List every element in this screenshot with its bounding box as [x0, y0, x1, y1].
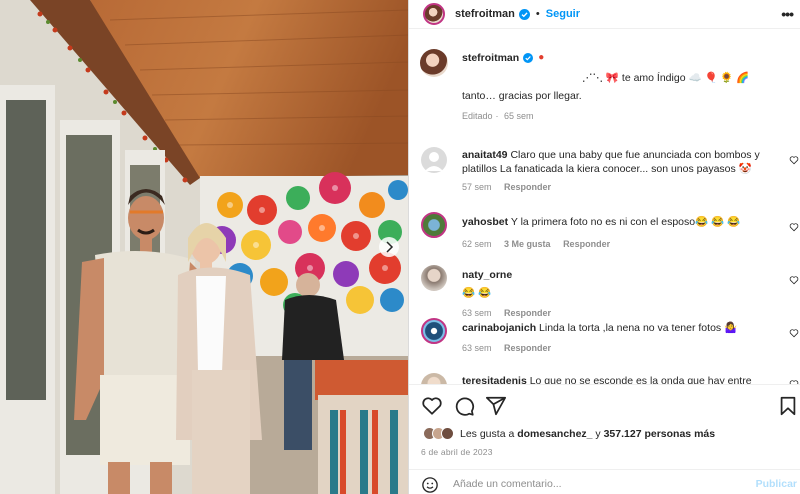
comment-avatar[interactable] — [421, 373, 447, 384]
likes-count[interactable]: 357.127 personas más — [604, 428, 716, 440]
heart-icon[interactable] — [789, 328, 799, 338]
photo-illustration — [0, 0, 408, 494]
heart-icon[interactable] — [789, 155, 799, 165]
comment-text: 😂 😂 — [462, 287, 492, 299]
caption-avatar[interactable] — [420, 49, 448, 77]
comment-meta: 57 sem Responder — [462, 180, 782, 194]
comment-body: yahosbet Y la primera foto no es ni con … — [462, 215, 782, 251]
heart-icon[interactable] — [789, 222, 799, 232]
likes-summary: Les gusta a domesanchez_ y 357.127 perso… — [423, 427, 715, 440]
liker-avatar — [441, 427, 454, 440]
post-date: 6 de abril de 2023 — [421, 447, 493, 457]
comment-meta: 63 sem Responder — [462, 306, 782, 320]
comment-username[interactable]: yahosbet — [462, 216, 508, 228]
comment-text: Lo que no se esconde es la onda que hay … — [529, 375, 752, 384]
separator-dot: • — [535, 8, 540, 20]
caption-line-1: ⋰⋱ 🎀 te amo Índigo ☁️ 🎈 🌻 🌈 — [582, 72, 750, 84]
comment-username[interactable]: teresitadenis — [462, 375, 527, 384]
caption-meta: Editado · 65 sem — [462, 111, 534, 121]
comment-username[interactable]: carinabojanich — [462, 322, 536, 334]
comment-avatar[interactable] — [421, 147, 447, 173]
caption-line-2: tanto… gracias por llegar. — [462, 90, 582, 102]
comment-time: 63 sem — [462, 343, 492, 353]
comment-body: anaitat49 Claro que una baby que fue anu… — [462, 148, 782, 194]
bookmark-icon[interactable] — [777, 395, 799, 417]
caption-username[interactable]: stefroitman — [462, 51, 519, 65]
likes-user[interactable]: domesanchez_ — [517, 428, 592, 440]
verified-icon — [518, 8, 530, 20]
comment-avatar[interactable] — [421, 265, 447, 291]
caption-edited: Editado — [462, 111, 493, 121]
comment-icon[interactable] — [453, 395, 475, 417]
add-comment-bar: Publicar — [409, 469, 800, 494]
likes-mid: y — [595, 427, 601, 440]
comment-text: Y la primera foto no es ni con el esposo… — [510, 216, 741, 228]
comment-body: teresitadenis Lo que no se esconde es la… — [462, 374, 782, 384]
follow-button[interactable]: Seguir — [546, 8, 580, 20]
comment-likes[interactable]: 3 Me gusta — [504, 239, 551, 249]
reply-button[interactable]: Responder — [563, 239, 610, 249]
reply-button[interactable]: Responder — [504, 182, 551, 192]
verified-icon — [523, 53, 534, 63]
comment-time: 62 sem — [462, 239, 492, 249]
reply-button[interactable]: Responder — [504, 308, 551, 318]
post-side-panel: stefroitman • Seguir ••• stefroitman ● ⋰… — [408, 0, 800, 494]
reply-button[interactable]: Responder — [504, 343, 551, 353]
comment-avatar[interactable] — [421, 318, 447, 344]
next-photo-icon[interactable] — [379, 237, 399, 257]
comments-scroll[interactable]: stefroitman ● ⋰⋱ 🎀 te amo Índigo ☁️ 🎈 🌻 … — [409, 39, 800, 384]
comment-meta: 62 sem 3 Me gusta Responder — [462, 237, 782, 251]
comment-username[interactable]: naty_orne — [462, 269, 512, 281]
post-photo — [0, 0, 408, 494]
comment-avatar[interactable] — [421, 212, 447, 238]
comment-body: naty_orne 😂 😂 63 sem Responder — [462, 268, 782, 320]
share-icon[interactable] — [485, 395, 507, 417]
comment-time: 57 sem — [462, 182, 492, 192]
comment-body: carinabojanich Linda la torta ,la nena n… — [462, 321, 782, 355]
comment-text: Linda la torta ,la nena no va tener foto… — [539, 322, 738, 334]
comment-username[interactable]: anaitat49 — [462, 149, 508, 161]
more-icon[interactable]: ••• — [781, 6, 794, 22]
heart-icon[interactable] — [421, 395, 443, 417]
action-bar: Les gusta a domesanchez_ y 357.127 perso… — [409, 384, 800, 494]
emoji-icon[interactable] — [421, 476, 439, 494]
likes-prefix: Les gusta a — [460, 427, 515, 440]
balloon-icon: ● — [538, 52, 545, 63]
heart-icon[interactable] — [789, 275, 799, 285]
comment-time: 63 sem — [462, 308, 492, 318]
comment-meta: 63 sem Responder — [462, 341, 782, 355]
comment-input[interactable] — [453, 478, 733, 490]
post-header: stefroitman • Seguir ••• — [409, 0, 800, 29]
caption-time: 65 sem — [504, 111, 534, 121]
author-avatar[interactable] — [423, 3, 445, 25]
publish-button[interactable]: Publicar — [756, 478, 797, 490]
caption-body: stefroitman ● ⋰⋱ 🎀 te amo Índigo ☁️ 🎈 🌻 … — [462, 51, 782, 123]
author-username[interactable]: stefroitman — [455, 8, 515, 20]
